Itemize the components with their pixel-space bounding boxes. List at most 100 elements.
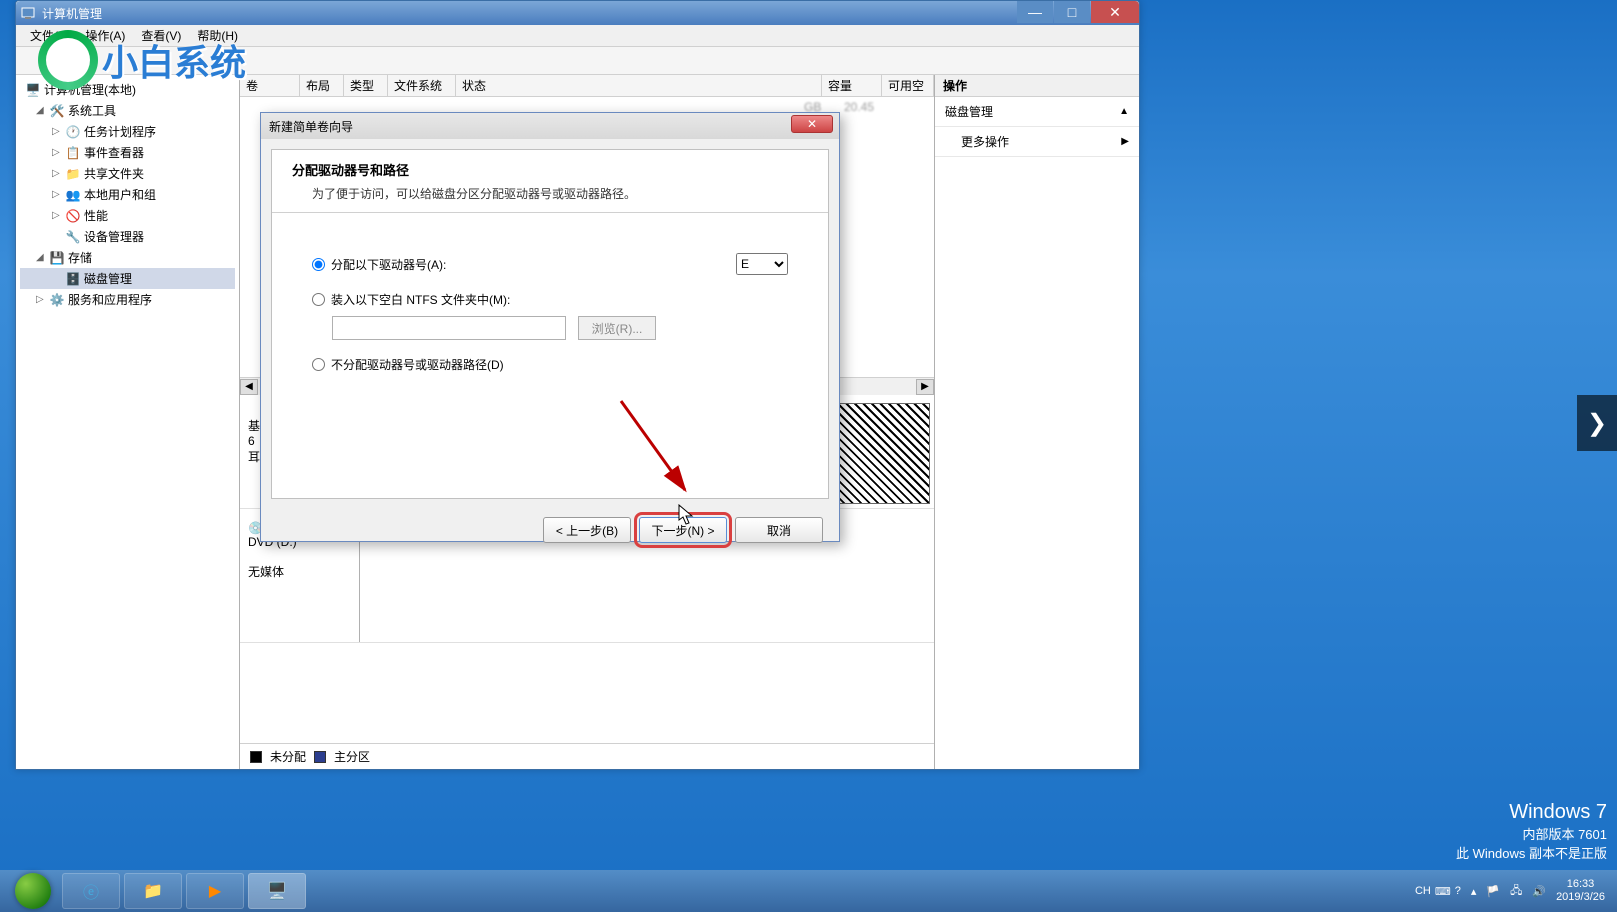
perf-icon: 🚫	[64, 208, 82, 224]
device-icon: 🔧	[64, 229, 82, 245]
users-icon: 👥	[64, 187, 82, 203]
services-icon: ⚙️	[48, 292, 66, 308]
col-free[interactable]: 可用空	[882, 75, 934, 96]
tree-performance[interactable]: ▷ 🚫 性能	[20, 205, 235, 226]
ime-label: CH	[1415, 885, 1431, 897]
windows-orb-icon	[15, 873, 51, 909]
tree-services-apps[interactable]: ▷ ⚙️ 服务和应用程序	[20, 289, 235, 310]
gallery-next-button[interactable]: ❯	[1577, 395, 1617, 451]
taskbar-media[interactable]: ▶	[186, 873, 244, 909]
legend-primary-label: 主分区	[334, 748, 370, 765]
wizard-title-text: 新建简单卷向导	[269, 118, 353, 135]
cancel-button[interactable]: 取消	[735, 517, 823, 543]
expand-icon[interactable]: ▷	[36, 294, 48, 305]
taskbar-explorer[interactable]: 📁	[124, 873, 182, 909]
network-icon[interactable]: 🖧	[1510, 882, 1522, 901]
collapse-icon[interactable]: ◢	[36, 252, 48, 263]
close-button[interactable]: ✕	[1091, 1, 1139, 23]
col-volume[interactable]: 卷	[240, 75, 300, 96]
tree-system-tools[interactable]: ◢ 🛠️ 系统工具	[20, 100, 235, 121]
actions-more[interactable]: 更多操作 ▶	[935, 127, 1139, 157]
tree-event-viewer[interactable]: ▷ 📋 事件查看器	[20, 142, 235, 163]
tree-label: 本地用户和组	[84, 186, 156, 203]
free-value: 20.45	[844, 100, 874, 114]
tree-label: 共享文件夹	[84, 165, 144, 182]
col-type[interactable]: 类型	[344, 75, 388, 96]
activation-watermark: Windows 7 内部版本 7601 此 Windows 副本不是正版	[1456, 801, 1607, 862]
tray-clock[interactable]: 16:33 2019/3/26	[1556, 878, 1605, 904]
compmgmt-icon: 🖥️	[267, 881, 287, 901]
legend-unalloc-icon	[250, 751, 262, 763]
option-assign-letter[interactable]: 分配以下驱动器号(A): E	[312, 253, 788, 275]
scroll-right-icon[interactable]: ▶	[916, 379, 934, 395]
tree-label: 存储	[68, 249, 92, 266]
wizard-heading: 分配驱动器号和路径	[272, 150, 828, 185]
tree-label: 磁盘管理	[84, 270, 132, 287]
maximize-button[interactable]: □	[1054, 1, 1090, 23]
taskbar: ⓔ 📁 ▶ 🖥️ CH ⌨ ? ▴ 🏳️ 🖧 🔊 16:33 2019/3/26	[0, 870, 1617, 912]
tree-storage[interactable]: ◢ 💾 存储	[20, 247, 235, 268]
wizard-titlebar[interactable]: 新建简单卷向导 ✕	[261, 113, 839, 139]
expand-icon[interactable]: ▷	[52, 168, 64, 179]
clock-icon: 🕐	[64, 124, 82, 140]
radio-assign-label: 分配以下驱动器号(A):	[331, 256, 656, 273]
tree-task-scheduler[interactable]: ▷ 🕐 任务计划程序	[20, 121, 235, 142]
actions-disk-mgmt[interactable]: 磁盘管理 ▲	[935, 97, 1139, 127]
tray-time: 16:33	[1556, 878, 1605, 891]
tree-device-manager[interactable]: 🔧 设备管理器	[20, 226, 235, 247]
chevron-right-icon: ❯	[1587, 409, 1607, 438]
col-filesystem[interactable]: 文件系统	[388, 75, 456, 96]
ime-indicator[interactable]: CH ⌨ ?	[1415, 885, 1461, 898]
expand-icon[interactable]: ▷	[52, 126, 64, 137]
taskbar-compmgmt[interactable]: 🖥️	[248, 873, 306, 909]
ie-icon: ⓔ	[83, 879, 99, 903]
drive-letter-select[interactable]: E	[736, 253, 788, 275]
start-button[interactable]	[6, 872, 60, 910]
tree-label: 性能	[84, 207, 108, 224]
legend: 未分配 主分区	[240, 743, 934, 769]
actions-header: 操作	[935, 75, 1139, 97]
activation-line3: 此 Windows 副本不是正版	[1456, 843, 1607, 862]
back-button[interactable]: < 上一步(B)	[543, 517, 631, 543]
column-headers: 卷 布局 类型 文件系统 状态 容量 可用空	[240, 75, 934, 97]
expand-icon[interactable]: ▷	[52, 210, 64, 221]
tree-local-users[interactable]: ▷ 👥 本地用户和组	[20, 184, 235, 205]
collapse-up-icon: ▲	[1119, 106, 1129, 117]
tree-label: 设备管理器	[84, 228, 144, 245]
col-status[interactable]: 状态	[456, 75, 822, 96]
radio-assign[interactable]	[312, 258, 325, 271]
option-no-assign[interactable]: 不分配驱动器号或驱动器路径(D)	[312, 356, 788, 373]
tree-panel: 🖥️ 计算机管理(本地) ◢ 🛠️ 系统工具 ▷ 🕐 任务计划程序 ▷ 📋 事件…	[16, 75, 240, 769]
radio-mount[interactable]	[312, 293, 325, 306]
tree-label: 事件查看器	[84, 144, 144, 161]
scroll-left-icon[interactable]: ◀	[240, 379, 258, 395]
collapse-icon[interactable]: ◢	[36, 105, 48, 116]
tree-disk-management[interactable]: 🗄️ 磁盘管理	[20, 268, 235, 289]
watermark-text: 小白系统	[102, 34, 246, 86]
ime-keyboard-icon: ⌨	[1435, 885, 1451, 898]
activation-line1: Windows 7	[1456, 801, 1607, 824]
tools-icon: 🛠️	[48, 103, 66, 119]
radio-none-label: 不分配驱动器号或驱动器路径(D)	[331, 356, 788, 373]
legend-primary-icon	[314, 751, 326, 763]
volume-icon[interactable]: 🔊	[1532, 885, 1546, 898]
tree-shared-folders[interactable]: ▷ 📁 共享文件夹	[20, 163, 235, 184]
activation-line2: 内部版本 7601	[1456, 824, 1607, 843]
minimize-button[interactable]: —	[1017, 1, 1053, 23]
titlebar[interactable]: 计算机管理 — □ ✕	[16, 1, 1139, 25]
disk-icon: 🗄️	[64, 271, 82, 287]
col-layout[interactable]: 布局	[300, 75, 344, 96]
radio-none[interactable]	[312, 358, 325, 371]
event-icon: 📋	[64, 145, 82, 161]
chevron-right-icon: ▶	[1121, 136, 1129, 147]
option-mount-folder[interactable]: 装入以下空白 NTFS 文件夹中(M):	[312, 291, 788, 308]
expand-icon[interactable]: ▷	[52, 189, 64, 200]
taskbar-ie[interactable]: ⓔ	[62, 873, 120, 909]
col-capacity[interactable]: 容量	[822, 75, 882, 96]
flag-icon[interactable]: 🏳️	[1486, 885, 1500, 898]
expand-icon[interactable]: ▷	[52, 147, 64, 158]
tray-expand-icon[interactable]: ▴	[1471, 885, 1477, 898]
tree-label: 系统工具	[68, 102, 116, 119]
tray-date: 2019/3/26	[1556, 891, 1605, 904]
wizard-close-button[interactable]: ✕	[791, 115, 833, 133]
